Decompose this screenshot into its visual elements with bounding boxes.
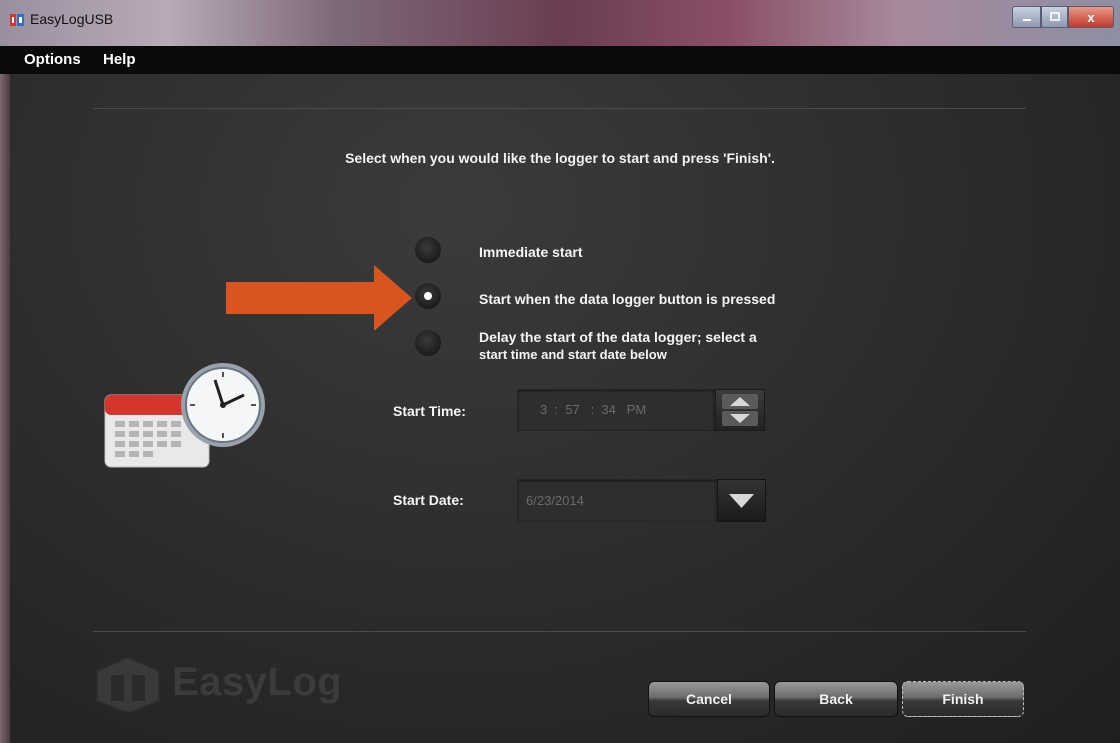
maximize-button[interactable]: [1041, 6, 1068, 28]
minimize-button[interactable]: [1012, 6, 1041, 28]
calendar-clock-icon: [104, 363, 265, 468]
start-date-dropdown[interactable]: [717, 479, 766, 522]
easylog-logo-text: EasyLog: [172, 660, 343, 704]
option-label-immediate[interactable]: Immediate start: [479, 244, 582, 261]
up-down-spinner-icon: [722, 394, 758, 426]
menu-options[interactable]: Options: [24, 51, 81, 68]
window-controls: x: [1012, 6, 1114, 28]
start-time-field[interactable]: 3 : 57 : 34 PM: [517, 389, 715, 431]
radio-button-press-start[interactable]: [415, 283, 441, 309]
radio-immediate-start[interactable]: [415, 237, 441, 263]
back-button[interactable]: Back: [774, 681, 898, 717]
close-icon: x: [1087, 9, 1095, 25]
start-time-spinner[interactable]: [715, 389, 765, 431]
menu-help[interactable]: Help: [103, 51, 136, 68]
menu-bar: Options Help: [0, 46, 1120, 74]
window-border: [0, 74, 10, 743]
option-label-button-press[interactable]: Start when the data logger button is pre…: [479, 291, 775, 308]
bottom-divider: [93, 631, 1026, 632]
option-label-delayed-line1[interactable]: Delay the start of the data logger; sele…: [479, 329, 757, 346]
chevron-down-icon: [729, 494, 754, 508]
top-divider: [93, 108, 1026, 109]
finish-button[interactable]: Finish: [902, 681, 1024, 717]
start-date-field[interactable]: 6/23/2014: [517, 479, 717, 522]
option-label-delayed-line2[interactable]: start time and start date below: [479, 346, 667, 363]
instruction-text: Select when you would like the logger to…: [345, 150, 775, 166]
title-bar[interactable]: EasyLogUSB x: [0, 0, 1120, 46]
start-date-label: Start Date:: [393, 492, 464, 508]
maximize-icon: [1049, 12, 1060, 21]
window-title: EasyLogUSB: [30, 11, 114, 27]
cancel-button[interactable]: Cancel: [648, 681, 770, 717]
start-time-label: Start Time:: [393, 403, 466, 419]
minimize-icon: [1022, 19, 1031, 21]
app-icon: [10, 14, 24, 26]
close-button[interactable]: x: [1068, 6, 1114, 28]
app-window: EasyLogUSB x Options Help Select when yo…: [0, 0, 1120, 743]
orange-arrow-icon: [226, 265, 412, 331]
easylog-logo-icon: [96, 655, 160, 715]
radio-delayed-start[interactable]: [415, 330, 441, 356]
